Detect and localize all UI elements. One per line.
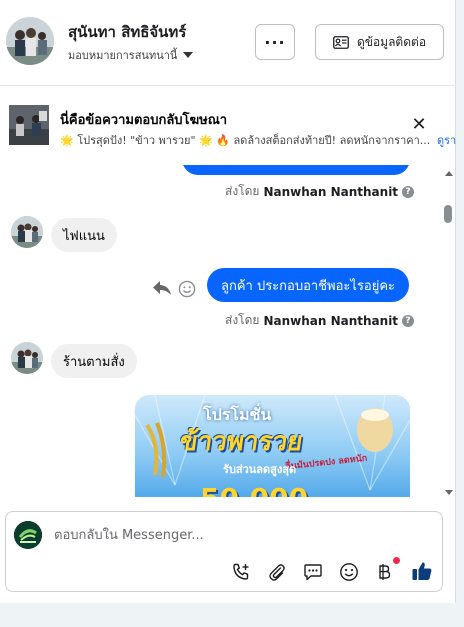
view-contact-label: ดูข้อมูลติดต่อ <box>356 34 427 49</box>
emoji-icon[interactable] <box>338 561 360 583</box>
sent-by-prefix: ส่งโดย <box>225 184 260 198</box>
scroll-up-arrow-icon[interactable] <box>445 171 453 176</box>
promo-product-name: ข้าวพารวย <box>177 427 305 457</box>
view-contact-button[interactable]: ดูข้อมูลติดต่อ <box>315 24 444 60</box>
close-icon[interactable]: ✕ <box>410 116 428 134</box>
outgoing-message-bubble[interactable]: ลูกค้า ประกอบอาชีพอะไรอยู่คะ <box>207 268 410 302</box>
reply-icon[interactable] <box>152 280 172 296</box>
message-thread[interactable]: ส่งโดย Nanwhan Nanthanit ? ไฟแนน ลูกค้า … <box>0 165 442 497</box>
outgoing-message-bubble[interactable] <box>182 165 410 175</box>
promo-discount-amount: 50,000 <box>200 482 308 497</box>
contact-name[interactable]: สุนันทา สิทธิจันทร์ <box>68 20 186 44</box>
ad-banner-title: นี่คือข้อความตอบกลับโฆษณา <box>60 113 228 128</box>
attachment-icon[interactable] <box>266 561 288 583</box>
ad-thumbnail <box>9 105 49 145</box>
reply-input[interactable] <box>54 524 424 546</box>
reply-composer <box>5 511 443 592</box>
incoming-message-bubble[interactable]: ร้านตามสั่ง <box>51 344 137 378</box>
incoming-message-bubble[interactable]: ไฟแนน <box>51 218 117 252</box>
ad-banner-text: 🌟 โปรสุดปัง! "ข้าว พารวย" 🌟 🔥 ลดล้างสต็อ… <box>60 134 431 147</box>
contact-avatar-small <box>11 342 43 374</box>
scroll-down-arrow-icon[interactable] <box>445 490 453 495</box>
caret-down-icon <box>183 52 194 58</box>
info-icon[interactable]: ? <box>402 314 415 327</box>
emoji-reaction-icon[interactable] <box>178 280 196 298</box>
saved-replies-icon[interactable] <box>302 561 324 583</box>
sender-name: Nanwhan Nanthanit <box>263 313 399 328</box>
info-icon[interactable]: ? <box>402 185 415 198</box>
contact-avatar[interactable] <box>6 17 54 65</box>
page-avatar <box>14 521 42 549</box>
sent-by-line: ส่งโดย Nanwhan Nanthanit ? <box>225 311 415 330</box>
ad-view-more-link[interactable]: ดูรา <box>437 131 456 149</box>
payment-baht-icon[interactable] <box>374 561 396 583</box>
notification-dot <box>393 557 400 564</box>
ad-reply-banner: นี่คือข้อความตอบกลับโฆษณา 🌟 โปรสุดปัง! "… <box>0 95 456 157</box>
thread-scrollbar[interactable] <box>442 165 456 497</box>
promo-discount-label: รับส่วนลดสูงสุด <box>223 463 297 476</box>
contact-avatar-small <box>11 216 43 248</box>
scroll-thumb[interactable] <box>444 205 452 223</box>
more-options-button[interactable]: ··· <box>255 24 295 60</box>
thumbs-up-icon[interactable] <box>410 559 434 583</box>
promo-image-message[interactable]: โปรโมชั่น ข้าวพารวย ลื่นมันปรดปง ลดหนัก … <box>135 395 410 497</box>
conversation-header: สุนันทา สิทธิจันทร์ มอบหมายการสนทนานี้ ·… <box>0 0 456 86</box>
assign-conversation-dropdown[interactable]: มอบหมายการสนทนานี้ <box>68 46 194 64</box>
contact-card-icon <box>333 35 349 49</box>
call-add-icon[interactable] <box>230 561 252 583</box>
sender-name: Nanwhan Nanthanit <box>263 184 399 199</box>
sent-by-prefix: ส่งโดย <box>225 313 260 327</box>
assign-label: มอบหมายการสนทนานี้ <box>68 49 178 62</box>
sent-by-line: ส่งโดย Nanwhan Nanthanit ? <box>225 182 415 201</box>
conversation-panel: สุนันทา สิทธิจันทร์ มอบหมายการสนทนานี้ ·… <box>0 0 456 603</box>
